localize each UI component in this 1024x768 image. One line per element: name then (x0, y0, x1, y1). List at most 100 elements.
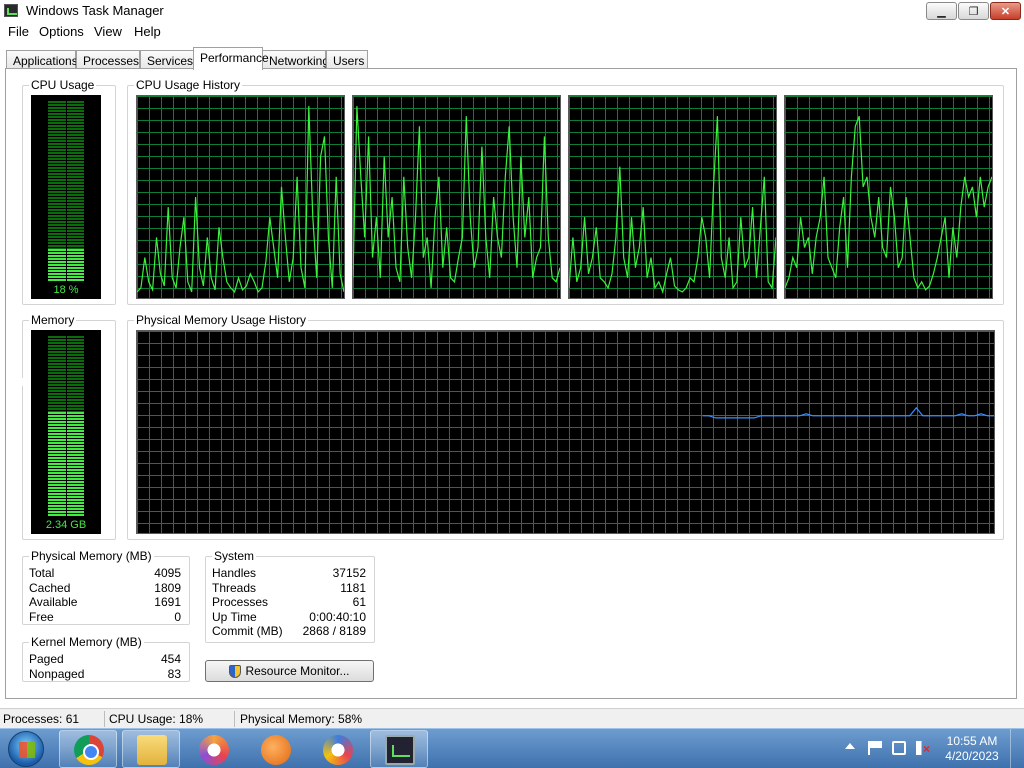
memory-group: Memory 2.34 GB (22, 313, 116, 540)
mouse-cursor-icon (19, 378, 27, 396)
stat-label: Free (29, 610, 54, 624)
cpu-usage-meter: 18 % (31, 95, 101, 299)
cpu-core-graph-4 (784, 95, 993, 299)
stat-row: Threads 1181 (212, 581, 366, 596)
stat-row: Total 4095 (29, 566, 181, 581)
taskbar: 10:55 AM 4/20/2023 (0, 728, 1024, 768)
kernel-memory-title: Kernel Memory (MB) (29, 635, 144, 649)
menu-options[interactable]: Options (39, 24, 84, 39)
volume-muted-icon[interactable] (916, 741, 930, 756)
stat-label: Handles (212, 566, 257, 580)
memory-history-graph (136, 330, 995, 534)
tab-services[interactable]: Services (140, 50, 194, 69)
network-icon[interactable] (892, 741, 906, 755)
cpu-history-group: CPU Usage History (127, 78, 1004, 305)
title-bar[interactable]: Windows Task Manager ▁ ❐ ✕ (0, 0, 1024, 22)
tab-networking[interactable]: Networking (262, 50, 329, 69)
window-title: Windows Task Manager (26, 3, 164, 18)
tab-users[interactable]: Users (326, 50, 368, 69)
taskbar-task-manager[interactable] (370, 730, 428, 768)
stat-row: Cached 1809 (29, 581, 181, 596)
show-hidden-icons-icon[interactable] (845, 743, 855, 749)
close-button[interactable]: ✕ (990, 2, 1021, 20)
stat-row: Free 0 (29, 610, 181, 625)
stat-row: Paged 454 (29, 652, 181, 667)
folder-icon (137, 735, 167, 765)
cpu-core-graph-2 (352, 95, 561, 299)
action-center-flag-icon[interactable] (868, 741, 882, 755)
clock-time: 10:55 AM (946, 734, 998, 748)
memory-meter: 2.34 GB (31, 330, 101, 534)
stat-label: Nonpaged (29, 667, 85, 681)
memory-title: Memory (29, 313, 77, 327)
uac-shield-icon (229, 664, 242, 678)
taskbar-explorer[interactable] (122, 730, 180, 768)
taskbar-chrome[interactable] (59, 730, 117, 768)
stat-row: Available 1691 (29, 595, 181, 610)
memory-value: 2.34 GB (45, 519, 87, 531)
taskbar-app-4[interactable] (246, 730, 304, 768)
memory-fill (48, 412, 84, 516)
series-line (569, 116, 776, 294)
maximize-button[interactable]: ❐ (958, 2, 989, 20)
stat-value: 1691 (154, 595, 181, 609)
task-manager-icon (385, 735, 415, 765)
series-line (137, 106, 344, 294)
series-line (785, 115, 992, 291)
chrome-icon (74, 735, 104, 765)
cpu-usage-title: CPU Usage (29, 78, 97, 92)
start-button[interactable] (8, 731, 44, 767)
task-manager-icon (4, 4, 18, 17)
taskbar-clock[interactable]: 10:55 AM 4/20/2023 (942, 734, 1002, 764)
performance-panel: CPU Usage 18 % CPU Usage History Memory … (5, 68, 1017, 699)
menu-help[interactable]: Help (134, 24, 161, 39)
stat-value: 61 (352, 595, 366, 609)
tab-processes[interactable]: Processes (76, 50, 140, 69)
series-line (353, 106, 560, 288)
stat-label: Commit (MB) (212, 624, 283, 638)
stat-value: 1809 (154, 581, 181, 595)
stat-value: 2868 / 8189 (302, 624, 366, 638)
stat-value: 454 (160, 652, 181, 666)
resource-monitor-label: Resource Monitor... (245, 664, 350, 678)
stat-row: Commit (MB) 2868 / 8189 (212, 624, 366, 639)
stat-label: Threads (212, 581, 257, 595)
status-processes: Processes: 61 (3, 712, 80, 726)
menu-file[interactable]: File (8, 24, 29, 39)
tab-performance[interactable]: Performance (193, 47, 269, 70)
stat-label: Processes (212, 595, 269, 609)
stat-row: Processes 61 (212, 595, 366, 610)
system-title: System (212, 549, 257, 563)
taskbar-app-3[interactable] (184, 730, 242, 768)
physical-memory-title: Physical Memory (MB) (29, 549, 154, 563)
kernel-memory-group: Kernel Memory (MB) Paged 454 Nonpaged 83 (22, 635, 190, 682)
tab-applications[interactable]: Applications (6, 50, 78, 69)
stat-value: 1181 (340, 581, 366, 595)
show-desktop-button[interactable] (1010, 729, 1024, 768)
stat-value: 4095 (154, 566, 181, 580)
orange-app-icon (261, 735, 291, 765)
status-cpu: CPU Usage: 18% (109, 712, 204, 726)
ring-app-icon (323, 735, 353, 765)
resource-monitor-button[interactable]: Resource Monitor... (205, 660, 374, 682)
stat-value: 37152 (332, 566, 366, 580)
physical-memory-group: Physical Memory (MB) Total 4095 Cached 180… (22, 549, 190, 625)
cpu-core-graph-1 (136, 95, 345, 299)
stat-row: Nonpaged 83 (29, 667, 181, 682)
cpu-usage-group: CPU Usage 18 % (22, 78, 116, 305)
system-group: System Handles 37152 Threads 1181 Processe… (205, 549, 375, 643)
status-memory: Physical Memory: 58% (240, 712, 363, 726)
cpu-core-graph-3 (568, 95, 777, 299)
status-bar: Processes: 61 CPU Usage: 18% Physical Me… (0, 708, 1024, 728)
stat-label: Total (29, 566, 55, 580)
menu-bar: File Options View Help (0, 22, 1024, 42)
cpu-usage-fill (48, 249, 84, 281)
minimize-button[interactable]: ▁ (926, 2, 957, 20)
stat-row: Up Time 0:00:40:10 (212, 610, 366, 625)
taskbar-app-5[interactable] (308, 730, 366, 768)
cpu-usage-value: 18 % (53, 284, 79, 296)
menu-view[interactable]: View (94, 24, 122, 39)
stat-row: Handles 37152 (212, 566, 366, 581)
stat-value: 0:00:40:10 (309, 610, 366, 624)
clock-date: 4/20/2023 (945, 749, 999, 763)
